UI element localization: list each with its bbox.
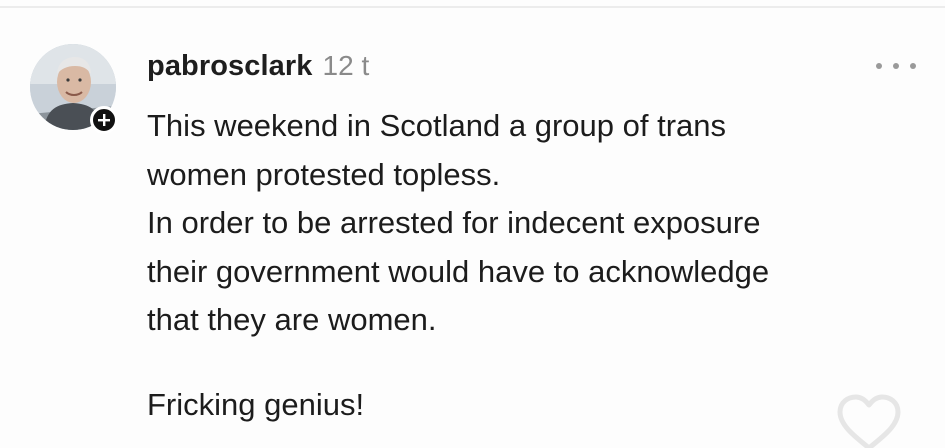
comment-line: that they are women. bbox=[147, 302, 437, 337]
comment-header: pabrosclark 12 t bbox=[147, 50, 369, 88]
comment-line: This weekend in Scotland a group of tran… bbox=[147, 108, 727, 143]
username-link[interactable]: pabrosclark bbox=[147, 50, 313, 83]
avatar-container[interactable] bbox=[30, 44, 120, 134]
more-options-button[interactable] bbox=[876, 56, 916, 76]
heart-outline-icon bbox=[837, 394, 901, 448]
more-dot bbox=[910, 63, 916, 69]
comment-screenshot: pabrosclark 12 t This weekend in Scotlan… bbox=[0, 0, 945, 448]
comment-line: their government would have to acknowled… bbox=[147, 253, 770, 289]
follow-button[interactable] bbox=[90, 106, 118, 134]
plus-icon bbox=[98, 114, 110, 126]
comment-text: This weekend in Scotland a group of tran… bbox=[147, 102, 907, 345]
like-button[interactable] bbox=[832, 394, 906, 448]
top-divider bbox=[0, 6, 945, 8]
comment-line: In order to be arrested for indecent exp… bbox=[147, 205, 761, 240]
more-horizontal-icon bbox=[876, 63, 882, 69]
more-dot bbox=[893, 63, 899, 69]
comment-timestamp: 12 t bbox=[322, 50, 370, 81]
comment-line: women protested topless. bbox=[147, 156, 501, 192]
comment-closing-line: Fricking genius! bbox=[147, 387, 365, 422]
